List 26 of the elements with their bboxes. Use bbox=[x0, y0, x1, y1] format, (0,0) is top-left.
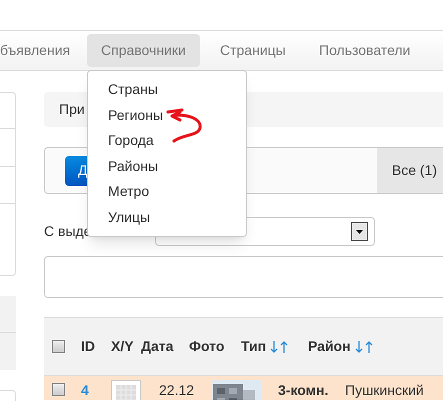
column-header: X/Y bbox=[111, 337, 134, 356]
column-header[interactable]: Тип bbox=[241, 336, 266, 357]
table-row[interactable]: 4 22.12 3-комн. Пушкинский bbox=[44, 375, 443, 400]
menu-item[interactable]: Улицы bbox=[88, 204, 246, 230]
breadcrumb-item[interactable]: При bbox=[59, 99, 85, 120]
menu-item[interactable]: Районы bbox=[88, 154, 246, 179]
sort-arrows-icon[interactable] bbox=[354, 340, 373, 354]
menu-item[interactable]: Регионы bbox=[88, 102, 246, 128]
checkbox[interactable] bbox=[52, 383, 65, 396]
nav-tab[interactable]: Страницы bbox=[220, 34, 286, 67]
table-cell-text: 3-комн. bbox=[278, 381, 328, 400]
column-header[interactable]: Район bbox=[308, 336, 351, 357]
column-header: ID bbox=[81, 337, 95, 356]
menu-item[interactable]: Метро bbox=[88, 179, 246, 204]
nav-tab[interactable]: Пользователи bbox=[319, 34, 410, 67]
sidebar-panel bbox=[0, 390, 16, 401]
menu-item[interactable]: Города bbox=[88, 128, 246, 154]
checkbox[interactable] bbox=[52, 340, 65, 353]
column-header: Фото bbox=[189, 337, 224, 356]
column-header: Дата bbox=[141, 337, 174, 356]
sort-arrows-icon[interactable] bbox=[270, 340, 288, 354]
table-cell-text: Пушкинский bbox=[345, 381, 424, 400]
menu-item[interactable]: Страны bbox=[88, 77, 246, 102]
table-cell-text: 22.12 bbox=[159, 381, 194, 400]
filter-tab[interactable]: Все (1) bbox=[376, 148, 443, 193]
nav-tab[interactable]: бъявления bbox=[0, 34, 70, 67]
